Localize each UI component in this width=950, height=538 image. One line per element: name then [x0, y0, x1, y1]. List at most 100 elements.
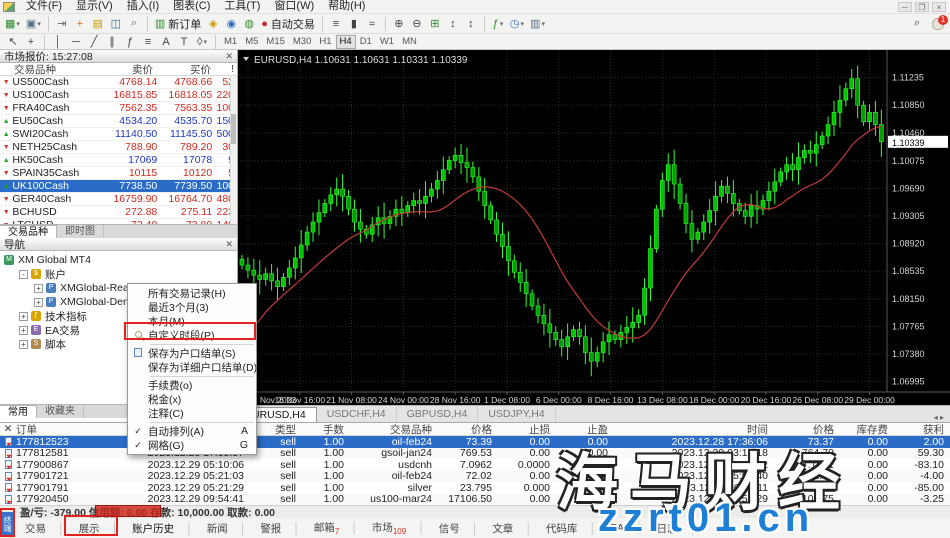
line-style-button[interactable]: ≈	[363, 15, 381, 32]
history-col-2[interactable]: 类型	[250, 422, 302, 437]
auto-scroll-button[interactable]: +	[71, 15, 89, 32]
timeframe-m30[interactable]: M30	[289, 35, 315, 49]
context-menu-item[interactable]: ✓自动排列(A)A	[128, 424, 256, 438]
timeframe-m5[interactable]: M5	[241, 35, 262, 49]
zoom-in-button[interactable]: ⊕	[390, 15, 408, 32]
hline-tool[interactable]: ─	[67, 33, 85, 50]
market-watch-row[interactable]: ▼BCHUSD272.88275.11223	[0, 206, 237, 219]
context-menu-item[interactable]: 税金(x)	[128, 392, 256, 406]
market-watch-row[interactable]: ▼LTCUSD73.4073.80140	[0, 219, 237, 224]
terminal-tab-邮箱[interactable]: 邮箱7│	[307, 520, 365, 536]
new-order-button[interactable]: ▥新订单	[152, 15, 204, 32]
market-watch-scrollbar[interactable]	[230, 76, 237, 224]
chart-shift-button[interactable]: ⇥	[53, 15, 71, 32]
market-watch-row[interactable]: ▼SPAIN35Cash10115101205	[0, 167, 237, 180]
arrange-a-button[interactable]: ↕	[444, 15, 462, 32]
timeframe-d1[interactable]: D1	[356, 35, 376, 49]
timeframe-mn[interactable]: MN	[398, 35, 421, 49]
market-watch-row[interactable]: ▼US500Cash4768.144768.6652	[0, 76, 237, 89]
close-button[interactable]: ×	[932, 2, 946, 12]
accounts-button[interactable]: ◉	[222, 15, 240, 32]
market-watch-row[interactable]: ▲SWI20Cash11140.5011145.50500	[0, 128, 237, 141]
collapse-icon[interactable]: -	[19, 270, 28, 279]
trendline-tool[interactable]: ╱	[85, 33, 103, 50]
chart-window[interactable]: 1.112351.108501.104601.100751.096901.093…	[238, 50, 950, 422]
tile-windows-button[interactable]: ⊞	[426, 15, 444, 32]
terminal-close-icon[interactable]: ✕	[0, 423, 16, 435]
context-menu-item[interactable]: 最近3个月(3)	[128, 300, 256, 314]
context-menu-item[interactable]: 注释(C)	[128, 406, 256, 420]
history-col-4[interactable]: 交易品种	[350, 422, 438, 437]
history-center-button[interactable]: ◈	[204, 15, 222, 32]
menu-4[interactable]: 工具(T)	[217, 0, 267, 13]
tree-item[interactable]: -$账户	[0, 267, 237, 281]
history-col-6[interactable]: 止损	[498, 422, 556, 437]
vline-tool[interactable]: │	[49, 33, 67, 50]
history-col-0[interactable]: 订单	[16, 422, 100, 437]
context-menu-item[interactable]: 本月(M)	[128, 314, 256, 328]
notification-bell-icon[interactable]: 1	[932, 18, 944, 30]
chart-tab[interactable]: USDCHF,H4	[317, 407, 397, 422]
menu-5[interactable]: 窗口(W)	[267, 0, 321, 13]
templates-folder-button[interactable]: ▤	[89, 15, 107, 32]
market-watch-row[interactable]: ▼FRA40Cash7562.357563.35100	[0, 102, 237, 115]
cursor-tool[interactable]: ↖	[4, 33, 22, 50]
fibonacci-tool[interactable]: ƒ	[121, 33, 139, 50]
timeframe-m15[interactable]: M15	[262, 35, 288, 49]
history-col-5[interactable]: 价格	[438, 422, 498, 437]
template-button[interactable]: ▥▾	[527, 15, 548, 32]
web-globe-button[interactable]: ◍	[240, 15, 258, 32]
terminal-tab-信号[interactable]: 信号│	[432, 521, 486, 536]
menu-6[interactable]: 帮助(H)	[321, 0, 372, 13]
candles-style-button[interactable]: ▮	[345, 15, 363, 32]
terminal-tab-文章[interactable]: 文章│	[485, 521, 539, 536]
market-watch-row[interactable]: ▲EU50Cash4534.204535.70150	[0, 115, 237, 128]
context-menu-item[interactable]: 自定义时段(P)...	[128, 328, 256, 342]
label-tool[interactable]: T	[175, 33, 193, 50]
mw-col-1[interactable]: 卖价	[92, 62, 153, 77]
mw-col-0[interactable]: 交易品种	[0, 62, 92, 77]
expand-icon[interactable]: +	[34, 284, 43, 293]
menu-0[interactable]: 文件(F)	[19, 0, 69, 13]
context-menu-item[interactable]: 保存为详细户口结单(D)	[128, 360, 256, 374]
terminal-tab-账户历史[interactable]: 账户历史│	[125, 521, 200, 536]
bars-style-button[interactable]: ≡	[327, 15, 345, 32]
data-window-button[interactable]: ◫	[107, 15, 125, 32]
terminal-tab-新闻[interactable]: 新闻│	[200, 521, 254, 536]
terminal-tab-交易[interactable]: 交易│	[18, 521, 72, 536]
menu-3[interactable]: 图表(C)	[166, 0, 217, 13]
market-watch-row[interactable]: ▲UK100Cash7738.507739.50100	[0, 180, 237, 193]
navigator-tab[interactable]: 常用	[0, 405, 37, 418]
timeframe-w1[interactable]: W1	[376, 35, 398, 49]
terminal-tab-代码库[interactable]: 代码库│	[539, 521, 603, 536]
timeframe-m1[interactable]: M1	[220, 35, 241, 49]
restore-button[interactable]: ❐	[915, 2, 929, 12]
chart-tab[interactable]: GBPUSD,H4	[397, 407, 479, 422]
hlevels-tool[interactable]: ≡	[139, 33, 157, 50]
search-icon[interactable]: ⌕	[908, 15, 926, 32]
expand-icon[interactable]: +	[34, 298, 43, 307]
navigator-tab[interactable]: 收藏夹	[37, 405, 84, 418]
strategy-tester-button[interactable]: ⌕	[125, 15, 143, 32]
zoom-out-button[interactable]: ⊖	[408, 15, 426, 32]
context-menu-item[interactable]: 手续费(o)	[128, 378, 256, 392]
market-watch-row[interactable]: ▼NETH25Cash788.90789.2030	[0, 141, 237, 154]
expand-icon[interactable]: +	[19, 340, 28, 349]
context-menu-item[interactable]: 所有交易记录(H)	[128, 286, 256, 300]
menu-1[interactable]: 显示(V)	[69, 0, 120, 13]
chart-canvas[interactable]: 1.112351.108501.104601.100751.096901.093…	[238, 50, 950, 405]
timeframe-h1[interactable]: H1	[315, 35, 335, 49]
profiles-button[interactable]: ▣▾	[23, 15, 44, 32]
history-col-11[interactable]: 获利	[894, 422, 950, 437]
algo-trading-button[interactable]: ●自动交易	[258, 15, 318, 32]
expand-icon[interactable]: +	[19, 326, 28, 335]
menu-2[interactable]: 插入(I)	[120, 0, 166, 13]
mw-col-2[interactable]: 买价	[153, 62, 211, 77]
terminal-tab-展示[interactable]: 展示│	[72, 521, 126, 536]
terminal-tab-市场[interactable]: 市场109│	[365, 520, 432, 536]
context-menu-item[interactable]: 保存为户口结单(S)	[128, 346, 256, 360]
expand-icon[interactable]: +	[19, 312, 28, 321]
history-col-3[interactable]: 手数	[302, 422, 350, 437]
navigator-close-icon[interactable]: ✕	[225, 239, 233, 250]
shapes-tool[interactable]: ◊▾	[193, 33, 211, 50]
